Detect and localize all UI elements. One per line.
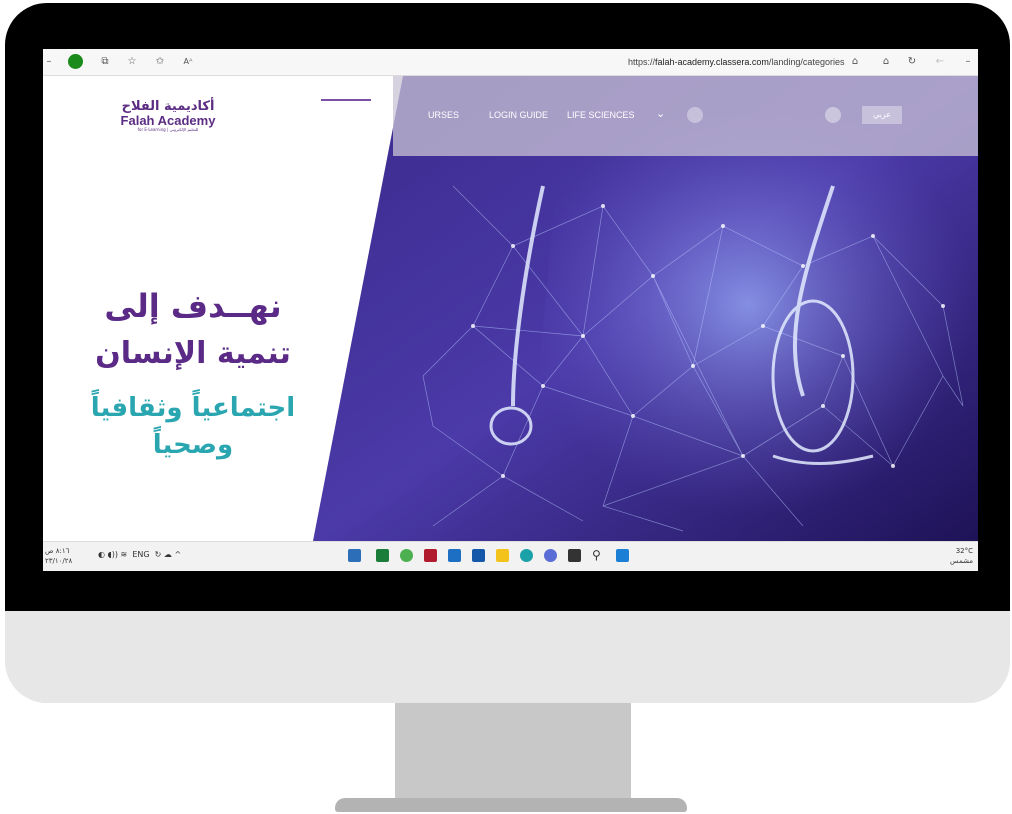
back-dash-icon[interactable]: – bbox=[45, 54, 53, 70]
weather-condition: مشمس bbox=[950, 557, 973, 565]
search-icon[interactable] bbox=[687, 107, 703, 123]
logo-arabic: أكاديمية الفلاح bbox=[121, 99, 215, 114]
address-bar[interactable]: https://falah-academy.classera.com/landi… bbox=[628, 54, 844, 70]
url-prefix: https:// bbox=[628, 57, 656, 67]
lock-icon[interactable]: ⌂ bbox=[848, 54, 862, 70]
clock-time: ٨:١٦ ص bbox=[45, 547, 70, 555]
start-icon[interactable] bbox=[348, 549, 361, 562]
xbox-icon[interactable] bbox=[376, 549, 389, 562]
taskbar: ٨:١٦ ص ٢٣/١٠/٢٨ ◐ ◖)) ≋ ENG ↻ ☁ ^ ⚲ 32°C… bbox=[43, 541, 978, 571]
screen: – ⧉ ☆ ✩ Aᴬ https://falah-academy.classer… bbox=[43, 49, 978, 571]
chrome-icon[interactable] bbox=[400, 549, 413, 562]
edge-icon[interactable] bbox=[520, 549, 533, 562]
refresh-icon[interactable]: ↻ bbox=[905, 54, 919, 70]
nav-life-sciences[interactable]: LIFE SCIENCES bbox=[567, 110, 635, 120]
back-icon[interactable]: ← bbox=[933, 54, 947, 70]
tabs-icon[interactable]: ⧉ bbox=[98, 54, 112, 70]
clock[interactable]: ٨:١٦ ص ٢٣/١٠/٢٨ bbox=[45, 546, 72, 566]
file-explorer-icon[interactable] bbox=[496, 549, 509, 562]
logo-english: Falah Academy bbox=[120, 113, 216, 128]
language-indicator: ENG bbox=[132, 550, 150, 559]
nav-active-indicator bbox=[321, 99, 371, 101]
hero-line-4: وصحياً bbox=[152, 430, 234, 460]
temperature: 32°C bbox=[955, 547, 973, 555]
app-red-icon[interactable] bbox=[424, 549, 437, 562]
cortana-icon[interactable] bbox=[544, 549, 557, 562]
read-aloud-icon[interactable]: Aᴬ bbox=[179, 54, 197, 70]
monitor-stand-neck bbox=[395, 703, 631, 801]
monitor-chin bbox=[5, 611, 1010, 703]
landing-page: أكاديمية الفلاح Falah Academy for E-Lear… bbox=[43, 76, 978, 541]
favorites-icon[interactable]: ☆ bbox=[125, 54, 139, 70]
falah-logo[interactable]: أكاديمية الفلاح Falah Academy for E-Lear… bbox=[113, 99, 223, 133]
favorite-add-icon[interactable]: ✩ bbox=[153, 54, 167, 70]
home-icon[interactable]: ⌂ bbox=[879, 54, 893, 70]
monitor-stand-base bbox=[335, 798, 687, 812]
hero-line-1: نهــدف إلى bbox=[104, 287, 282, 325]
hero-line-2: تنمية الإنسان bbox=[95, 336, 291, 371]
url-host: falah-academy.classera.com bbox=[655, 57, 769, 67]
mail-icon[interactable] bbox=[448, 549, 461, 562]
windows-icon[interactable] bbox=[616, 549, 629, 562]
chevron-down-icon[interactable]: ⌄ bbox=[656, 107, 672, 123]
profile-icon[interactable] bbox=[68, 54, 83, 69]
lock-icon[interactable] bbox=[825, 107, 841, 123]
nav-login-guide[interactable]: LOGIN GUIDE bbox=[489, 110, 548, 120]
hero-line-3: اجتماعياً وثقافياً bbox=[90, 393, 296, 423]
task-view-icon[interactable] bbox=[568, 549, 581, 562]
url-path: /landing/categories bbox=[768, 57, 845, 67]
weather-widget[interactable]: 32°C مشمس bbox=[933, 546, 973, 566]
browser-toolbar: – ⧉ ☆ ✩ Aᴬ https://falah-academy.classer… bbox=[43, 49, 978, 76]
clock-date: ٢٣/١٠/٢٨ bbox=[45, 557, 73, 565]
nav-courses[interactable]: URSES bbox=[428, 110, 459, 120]
system-tray[interactable]: ◐ ◖)) ≋ ENG ↻ ☁ ^ bbox=[98, 550, 181, 559]
minimize-icon[interactable]: – bbox=[961, 54, 975, 70]
search-icon[interactable]: ⚲ bbox=[592, 549, 605, 562]
store-icon[interactable] bbox=[472, 549, 485, 562]
language-button[interactable]: عربي bbox=[862, 106, 902, 124]
